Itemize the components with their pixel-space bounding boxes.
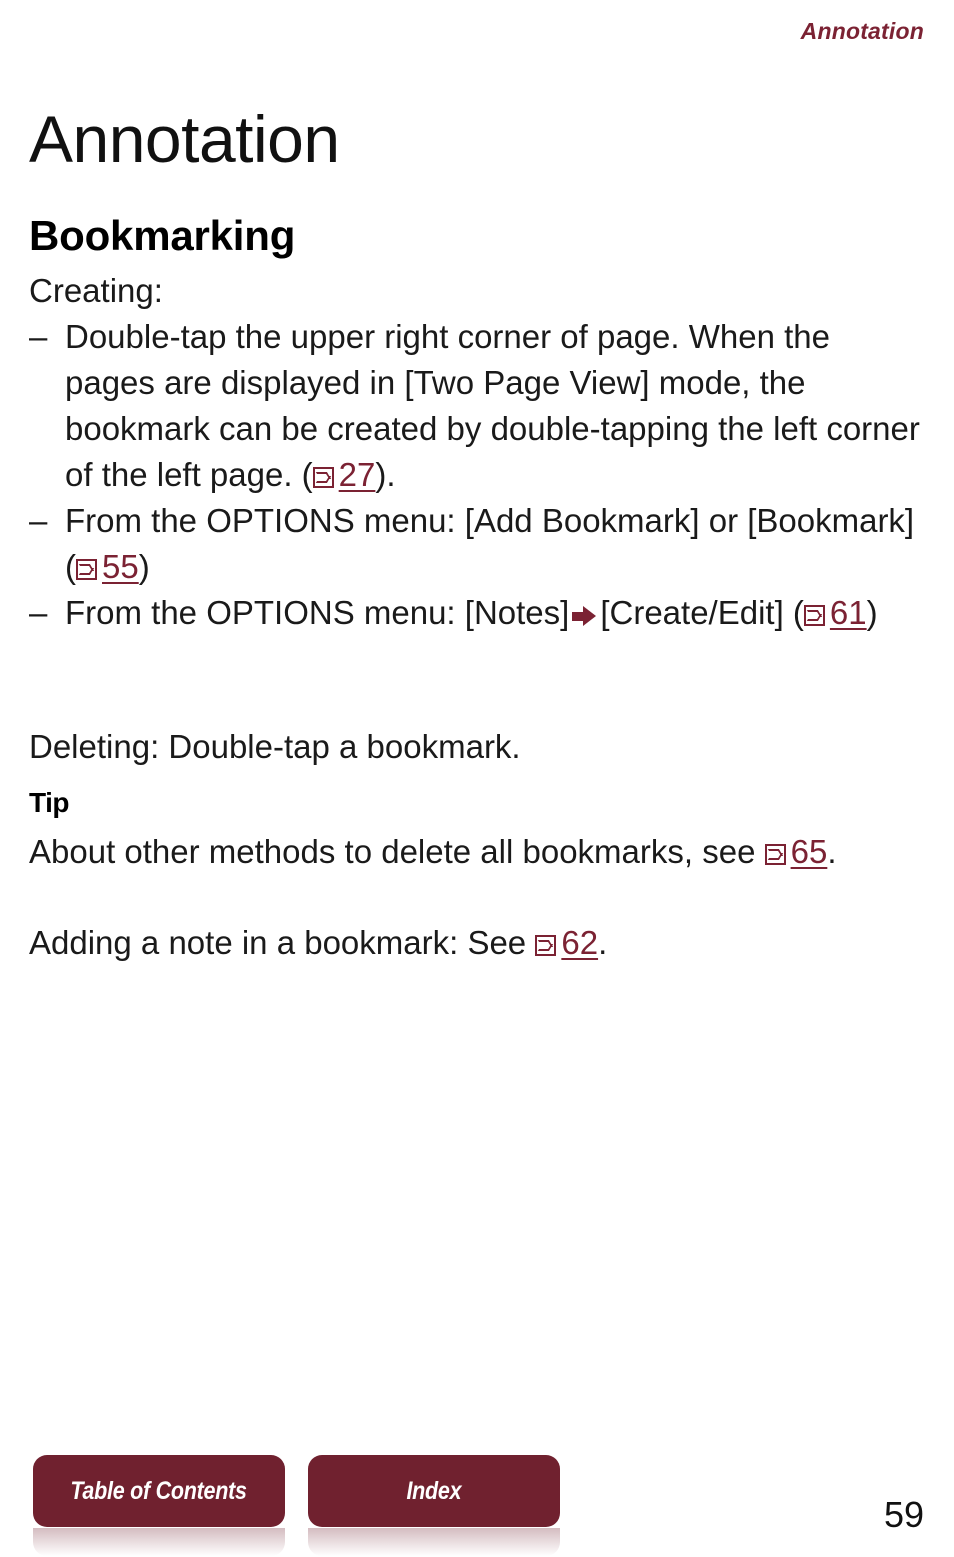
tip-paragraph: About other methods to delete all bookma… <box>29 829 929 875</box>
list-item: – From the OPTIONS menu: [Add Bookmark] o… <box>29 498 929 590</box>
page-title: Annotation <box>29 102 340 177</box>
page-reference-number[interactable]: 55 <box>102 548 139 585</box>
note-text-after: . <box>598 924 608 961</box>
page-reference-number[interactable]: 65 <box>791 833 828 870</box>
document-page: Annotation Annotation Bookmarking Creati… <box>0 0 954 1557</box>
note-text: Adding a note in a bookmark: See 62. <box>29 920 929 966</box>
bullet-list-item-3: – From the OPTIONS menu: [Notes] [Create/E… <box>29 590 929 636</box>
tip-text-before: About other methods to delete all bookma… <box>29 833 756 870</box>
list-item-text: From the OPTIONS menu: [Add Bookmark] or… <box>65 502 915 585</box>
index-button-label: Index <box>406 1476 462 1505</box>
section-heading: Bookmarking <box>29 211 296 259</box>
table-of-contents-button[interactable]: Table of Contents <box>33 1455 285 1527</box>
bottom-navigation-bar: Table of Contents Index <box>0 1452 954 1557</box>
page-reference-number[interactable]: 27 <box>339 456 376 493</box>
creating-label: Creating: <box>29 272 163 309</box>
page-reference-icon <box>764 844 786 865</box>
list-item-text-tail: ). <box>375 456 396 493</box>
page-reference-icon <box>803 605 825 626</box>
page-reference-number[interactable]: 62 <box>561 924 598 961</box>
page-reference-link-62[interactable]: 62 <box>535 920 598 966</box>
tip-label: Tip <box>29 787 69 818</box>
list-item-text: Double-tap the upper right corner of pag… <box>65 318 920 493</box>
creating-label-block: Creating: <box>29 268 929 314</box>
table-of-contents-button-label: Table of Contents <box>70 1476 248 1505</box>
page-reference-link-27[interactable]: 27 <box>312 452 376 498</box>
page-reference-link-61[interactable]: 61 <box>803 590 867 636</box>
deleting-paragraph: Deleting: Double-tap a bookmark. <box>29 724 929 770</box>
bullet-list-item-2: – From the OPTIONS menu: [Add Bookmark] o… <box>29 498 929 590</box>
list-item-text: From the OPTIONS menu: [Notes] <box>65 594 570 631</box>
list-item: – From the OPTIONS menu: [Notes] [Create/E… <box>29 590 929 636</box>
page-reference-icon <box>535 935 557 956</box>
page-reference-number[interactable]: 61 <box>830 594 867 631</box>
toc-button-reflection <box>33 1528 285 1556</box>
deleting-text: Deleting: Double-tap a bookmark. <box>29 728 521 765</box>
page-reference-link-65[interactable]: 65 <box>764 829 828 875</box>
right-arrow-icon <box>572 606 597 626</box>
page-reference-icon <box>76 559 97 580</box>
page-reference-link-55[interactable]: 55 <box>76 544 139 590</box>
running-header-title: Annotation <box>800 18 924 44</box>
dash-bullet-icon: – <box>29 594 48 631</box>
page-reference-icon <box>312 467 334 488</box>
list-item-text-mid: [Create/Edit] ( <box>600 594 804 631</box>
list-item: – Double-tap the upper right corner of pa… <box>29 314 929 498</box>
list-item-text-tail: ) <box>138 548 150 585</box>
list-item-text-tail: ) <box>866 594 878 631</box>
note-paragraph: Adding a note in a bookmark: See 62. <box>29 920 929 966</box>
tip-text: About other methods to delete all bookma… <box>29 829 929 875</box>
note-text-before: Adding a note in a bookmark: See <box>29 924 527 961</box>
dash-bullet-icon: – <box>29 502 48 539</box>
tip-text-after: . <box>827 833 837 870</box>
dash-bullet-icon: – <box>29 318 48 355</box>
page-number: 59 <box>883 1494 924 1535</box>
index-button[interactable]: Index <box>308 1455 560 1527</box>
bullet-list-item-1: – Double-tap the upper right corner of pa… <box>29 314 929 498</box>
index-button-reflection <box>308 1528 560 1556</box>
